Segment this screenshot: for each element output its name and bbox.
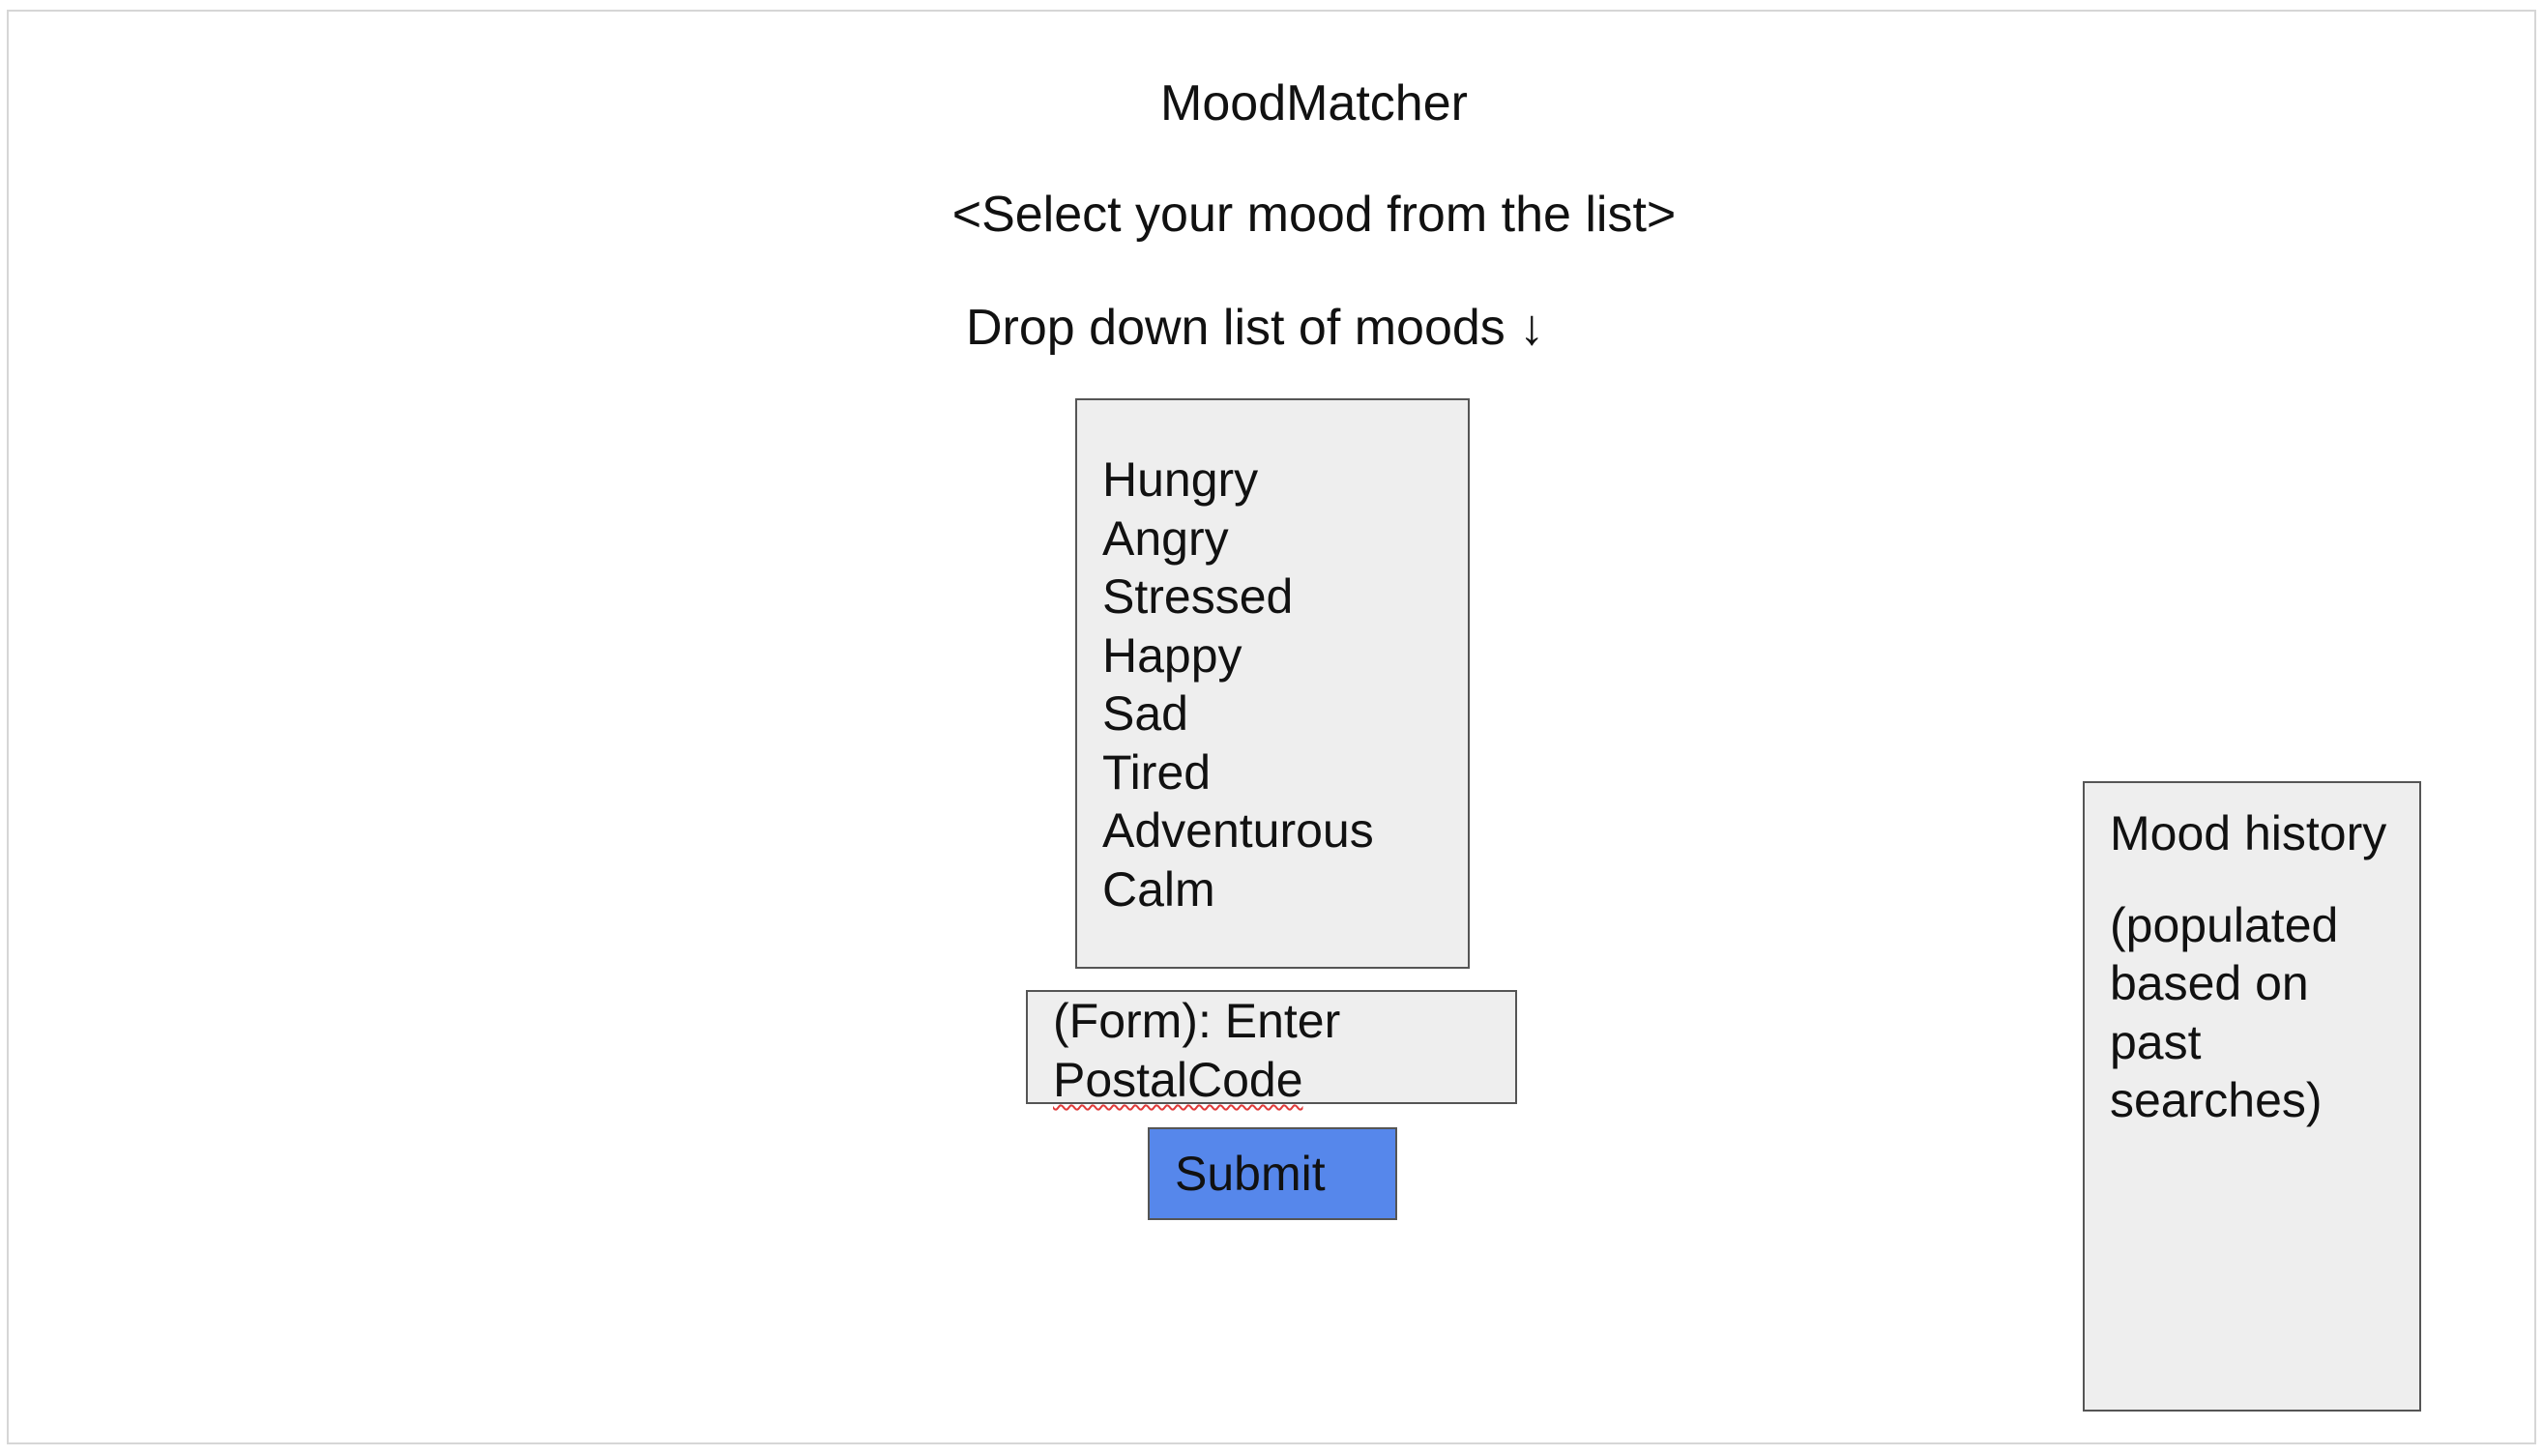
mood-history-note-line: based on [2110,956,2309,1010]
submit-button[interactable]: Submit [1148,1127,1397,1220]
mood-option-stressed[interactable]: Stressed [1102,568,1468,626]
postal-code-label-line2: PostalCode [1053,1053,1303,1107]
postal-code-input[interactable]: (Form): Enter PostalCode [1026,990,1517,1107]
mood-dropdown-list[interactable]: Hungry Angry Stressed Happy Sad Tired Ad… [1075,398,1470,969]
mood-instruction: <Select your mood from the list> [951,187,1677,243]
app-title: MoodMatcher [1160,75,1468,131]
mood-option-angry[interactable]: Angry [1102,510,1468,568]
mood-option-calm[interactable]: Calm [1102,860,1468,919]
mood-option-happy[interactable]: Happy [1102,626,1468,685]
dropdown-caption: Drop down list of moods ↓ [966,300,1545,356]
mood-option-sad[interactable]: Sad [1102,684,1468,743]
mood-option-adventurous[interactable]: Adventurous [1102,801,1468,860]
postal-code-label-line1: (Form): Enter [1053,994,1341,1048]
mood-history-note-line: (populated [2110,897,2339,952]
mood-history-title: Mood history [2110,806,2387,860]
mood-history-note-line: searches) [2110,1073,2323,1127]
mood-history-note-line: past [2110,1014,2202,1069]
mood-option-tired[interactable]: Tired [1102,743,1468,802]
mood-history-panel: Mood history (populated based on past se… [2083,781,2421,1412]
mood-option-hungry[interactable]: Hungry [1102,451,1468,510]
wireframe-canvas: MoodMatcher <Select your mood from the l… [7,10,2536,1444]
